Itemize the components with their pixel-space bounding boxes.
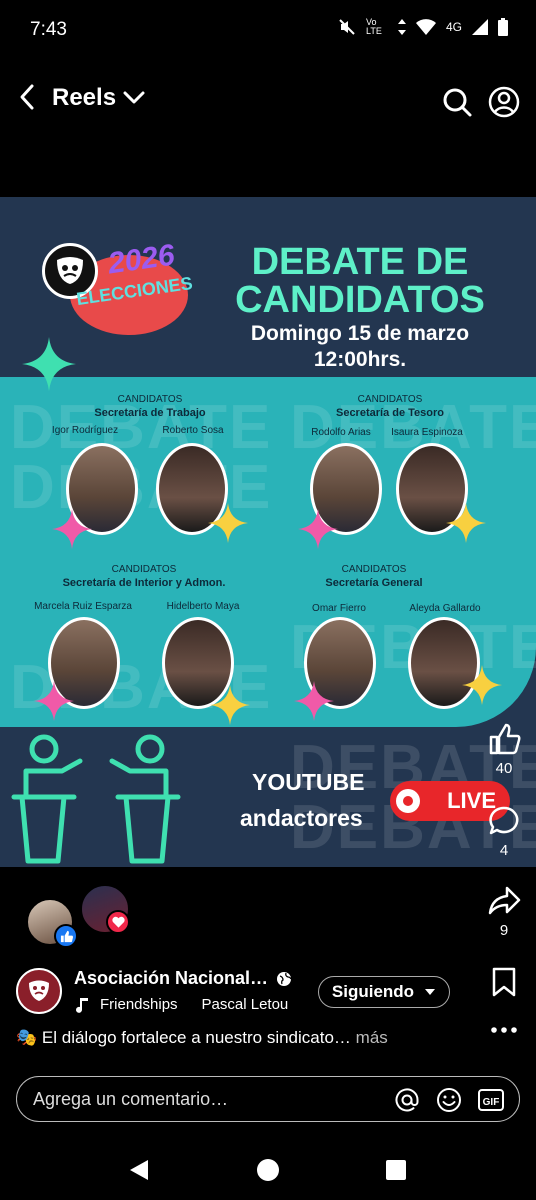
reels-dropdown[interactable]: Reels [52,84,146,112]
poster-title: DEBATE DE CANDIDATOS [210,243,510,319]
following-button[interactable]: Siguiendo [318,976,450,1008]
thumbs-up-icon [489,723,521,755]
volte-label: Vo LTE [365,17,382,36]
group-label: CANDIDATOS [357,394,423,405]
author-name-link[interactable]: Asociación Nacional… [74,968,292,989]
candidate-name: Igor Rodríguez [51,425,119,436]
sparkle-icon [446,503,486,543]
music-info[interactable]: Friendships Pascal Letou [74,996,288,1014]
youtube-channel: andactores [240,805,363,831]
poster-title-line2: CANDIDATOS [235,279,485,321]
live-dot-icon [396,789,420,813]
globe-icon [277,971,292,986]
group-label: CANDIDATOS [341,564,407,575]
more-options-button[interactable] [486,1018,522,1046]
candidate-name: Aleyda Gallardo [409,603,481,614]
sparkle-icon [22,337,76,391]
system-icons: Vo LTE 4G [338,18,508,36]
candidate-group: CANDIDATOS Secretaría de Interior y Admo… [34,563,254,590]
candidate-name: Marcela Ruiz Esparza [34,601,132,612]
network-4g-label: 4G [445,20,462,34]
mention-icon[interactable] [393,1086,421,1114]
chevron-down-icon [123,91,145,104]
comment-count: 4 [499,842,509,859]
music-track: Friendships [100,996,178,1013]
gif-label: GIF [483,1097,500,1108]
group-office: Secretaría de Trabajo [94,407,206,419]
share-count: 9 [499,922,509,939]
more-dots-icon [491,1027,517,1033]
candidate-name: Hidelberto Maya [166,601,240,612]
wifi-icon [415,19,436,35]
nav-home-icon[interactable] [256,1158,280,1182]
sparkle-icon [208,503,248,543]
share-button[interactable]: 9 [486,884,522,939]
profile-icon[interactable] [488,86,520,118]
comment-icon [489,806,519,835]
back-icon[interactable] [14,82,42,112]
poster-title-line1: DEBATE DE [251,241,469,283]
theater-mask-icon [29,980,49,1001]
save-button[interactable] [486,966,522,1002]
share-icon [488,886,521,915]
like-button[interactable]: 40 [486,722,522,777]
gif-icon[interactable]: GIF [477,1086,505,1114]
group-office: Secretaría de Interior y Admon. [62,577,226,589]
caret-down-icon [425,989,436,995]
navigation-bar [0,1140,536,1200]
music-artist: Pascal Letou [201,996,289,1013]
author-avatar[interactable] [16,968,62,1014]
sparkle-icon [52,509,92,549]
page-title: Reels [52,84,117,111]
youtube-label: YOUTUBE [252,769,365,795]
signal-icon [472,19,488,35]
group-office: Secretaría de Tesoro [335,407,444,419]
comment-button[interactable]: 4 [486,804,522,859]
caption-more-link[interactable]: más [356,1028,388,1047]
nav-back-icon[interactable] [128,1158,150,1182]
sparkle-icon [462,665,502,705]
reel-video[interactable]: DEBATE DEBATE DEBATE DEBATE DEBATE DEBAT… [0,197,536,867]
love-reaction-icon [106,910,130,934]
post-caption[interactable]: 🎭 El diálogo fortalece a nuestro sindica… [16,1028,388,1048]
sparkle-icon [210,685,250,725]
caption-text: El diálogo fortalece a nuestro sindicato… [41,1028,351,1047]
nav-recents-icon[interactable] [386,1160,406,1180]
search-icon[interactable] [441,86,473,118]
like-reaction-icon [54,924,78,948]
group-label: CANDIDATOS [111,564,177,575]
candidate-name: Isaura Espinoza [391,427,463,438]
sparkle-icon [294,681,334,721]
poster-date-line1: Domingo 15 de marzo [250,322,470,345]
poster-date: Domingo 15 de marzo 12:00hrs. [220,321,500,374]
candidate-name: Roberto Sosa [162,425,224,436]
reaction-avatars[interactable] [22,882,142,952]
comment-placeholder: Agrega un comentario… [33,1089,229,1109]
data-arrows-icon [397,19,406,35]
author-name: Asociación Nacional… [74,968,269,988]
bookmark-icon [492,967,516,997]
mute-icon [339,19,355,35]
sparkle-icon [298,509,338,549]
candidate-group: CANDIDATOS Secretaría General [264,563,484,590]
poster-date-line2: 12:00hrs. [313,348,407,372]
candidate-group: CANDIDATOS Secretaría de Trabajo [40,393,260,420]
top-bar: Reels [0,70,536,130]
following-label: Siguiendo [331,982,415,1001]
like-count: 40 [495,760,513,777]
status-bar: 7:43 Vo LTE 4G [0,0,536,60]
sparkle-icon [34,681,74,721]
theater-mask-emoji-icon: 🎭 [16,1028,38,1047]
group-office: Secretaría General [325,577,423,589]
battery-icon [498,18,508,36]
status-time: 7:43 [30,19,67,40]
debate-podium-icon [11,734,181,864]
group-label: CANDIDATOS [117,394,183,405]
candidate-group: CANDIDATOS Secretaría de Tesoro [280,393,500,420]
emoji-icon[interactable] [435,1086,463,1114]
candidate-name: Omar Fierro [312,603,366,614]
music-note-icon [76,998,88,1013]
comment-input[interactable]: Agrega un comentario… GIF [16,1076,520,1122]
